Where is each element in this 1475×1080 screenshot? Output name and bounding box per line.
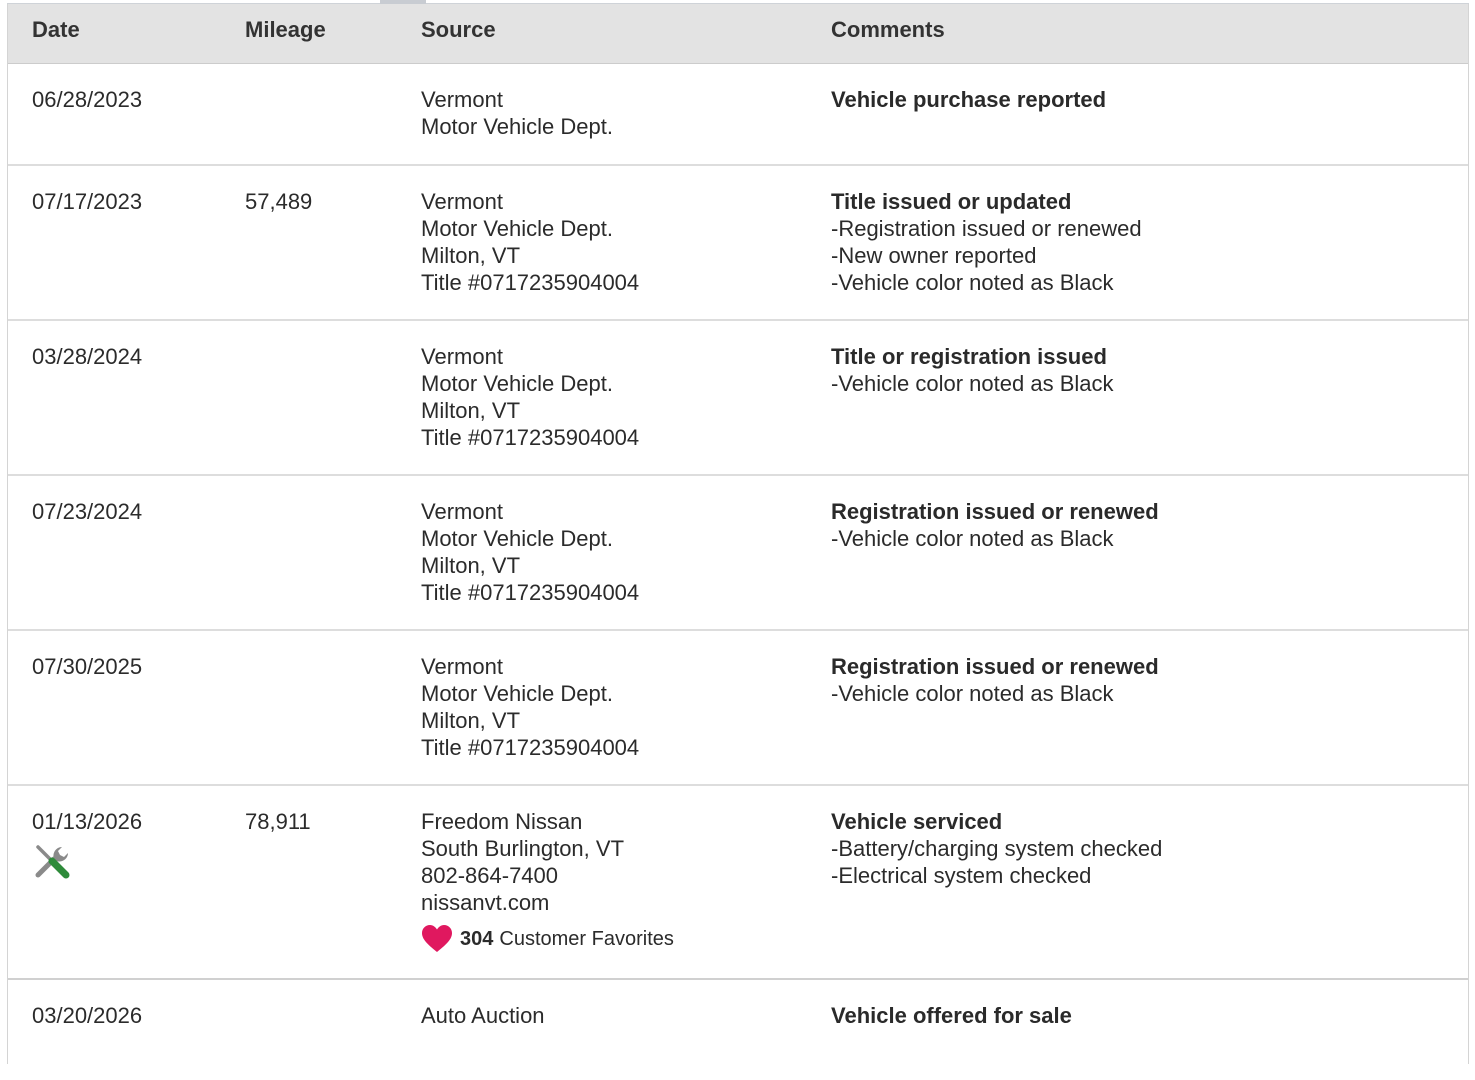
comment-title: Registration issued or renewed	[831, 654, 1159, 679]
source-line: Freedom Nissan	[421, 809, 583, 834]
row-comments: Registration issued or renewed Vehicle c…	[831, 653, 1159, 707]
source-line: Vermont	[421, 189, 503, 214]
row-date: 01/13/2026	[32, 808, 142, 883]
source-line: Milton, VT	[421, 553, 521, 578]
row-comments: Vehicle purchase reported	[831, 86, 1106, 113]
heart-icon	[422, 925, 452, 952]
row-mileage: 78,911	[245, 809, 311, 834]
table-row: 03/28/2024 Vermont Motor Vehicle Dept. M…	[8, 321, 1468, 476]
source-line: Auto Auction	[421, 1003, 545, 1028]
comment-detail: Vehicle color noted as Black	[831, 370, 1113, 397]
row-source: Vermont Motor Vehicle Dept. Milton, VT T…	[421, 188, 639, 296]
comment-title: Registration issued or renewed	[831, 499, 1159, 524]
row-date: 07/23/2024	[32, 499, 143, 524]
row-date: 07/17/2023	[32, 189, 143, 214]
source-line: Title #0717235904004	[421, 735, 640, 760]
comment-title: Vehicle serviced	[831, 809, 1003, 834]
row-comments: Title or registration issued Vehicle col…	[831, 343, 1114, 397]
row-source: Vermont Motor Vehicle Dept. Milton, VT T…	[421, 343, 639, 451]
comment-detail: Vehicle color noted as Black	[831, 680, 1159, 707]
row-source: Vermont Motor Vehicle Dept. Milton, VT T…	[421, 653, 639, 761]
source-line: Motor Vehicle Dept.	[421, 114, 613, 139]
row-date: 03/28/2024	[32, 344, 143, 369]
source-line: South Burlington, VT	[421, 836, 625, 861]
row-source: Vermont Motor Vehicle Dept. Milton, VT T…	[421, 498, 639, 606]
table-row: 07/23/2024 Vermont Motor Vehicle Dept. M…	[8, 476, 1468, 631]
row-mileage: 57,489	[245, 189, 313, 214]
table-row: 06/28/2023 Vermont Motor Vehicle Dept. V…	[8, 64, 1468, 166]
favorites-label: Customer Favorites	[499, 927, 674, 950]
source-line: Vermont	[421, 87, 503, 112]
source-line: Title #0717235904004	[421, 270, 640, 295]
customer-favorites-badge[interactable]: 304 Customer Favorites	[421, 924, 674, 954]
table-header: Date Mileage Source Comments	[8, 4, 1468, 64]
source-line: Motor Vehicle Dept.	[421, 371, 613, 396]
header-source: Source	[421, 17, 496, 42]
header-mileage: Mileage	[245, 17, 326, 42]
comment-title: Title or registration issued	[831, 344, 1107, 369]
source-line: Motor Vehicle Dept.	[421, 216, 613, 241]
row-date-text: 01/13/2026	[32, 809, 143, 834]
source-line: Title #0717235904004	[421, 580, 640, 605]
row-comments: Title issued or updated Registration iss…	[831, 188, 1142, 296]
source-line: Title #0717235904004	[421, 425, 640, 450]
source-line: Motor Vehicle Dept.	[421, 526, 613, 551]
comment-title: Vehicle purchase reported	[831, 87, 1107, 112]
service-wrench-screwdriver-icon	[35, 845, 70, 879]
table-row: 07/17/2023 57,489 Vermont Motor Vehicle …	[8, 166, 1468, 321]
comment-detail: Vehicle color noted as Black	[831, 269, 1142, 296]
favorites-count: 304	[460, 927, 494, 950]
source-line: Motor Vehicle Dept.	[421, 681, 613, 706]
table-row: 03/20/2026 Auto Auction Vehicle offered …	[8, 980, 1468, 1080]
source-line: Vermont	[421, 654, 503, 679]
comment-detail: Electrical system checked	[831, 862, 1162, 889]
row-source: Vermont Motor Vehicle Dept.	[421, 86, 613, 140]
row-date: 07/30/2025	[32, 654, 143, 679]
table-row: 01/13/2026 78,911 Freedom Nissan South B…	[8, 786, 1468, 980]
comment-title: Vehicle offered for sale	[831, 1003, 1072, 1028]
source-line: Milton, VT	[421, 243, 521, 268]
source-line: Milton, VT	[421, 708, 521, 733]
row-date: 06/28/2023	[32, 87, 143, 112]
comment-detail: New owner reported	[831, 242, 1142, 269]
row-source: Freedom Nissan South Burlington, VT 802-…	[421, 808, 674, 954]
row-comments: Registration issued or renewed Vehicle c…	[831, 498, 1159, 552]
source-website-link[interactable]: nissanvt.com	[421, 889, 674, 916]
source-line: Milton, VT	[421, 398, 521, 423]
comment-detail: Battery/charging system checked	[831, 835, 1162, 862]
comment-detail: Registration issued or renewed	[831, 215, 1141, 242]
row-comments: Vehicle serviced Battery/charging system…	[831, 808, 1162, 889]
source-line: 802-864-7400	[421, 863, 559, 888]
comment-detail: Vehicle color noted as Black	[831, 525, 1159, 552]
vehicle-history-table: Date Mileage Source Comments 06/28/2023 …	[7, 4, 1469, 1064]
header-comments: Comments	[831, 17, 945, 42]
row-source: Auto Auction	[421, 1002, 545, 1029]
source-line: Vermont	[421, 344, 503, 369]
row-date: 03/20/2026	[32, 1003, 143, 1028]
comment-title: Title issued or updated	[831, 189, 1072, 214]
row-comments: Vehicle offered for sale	[831, 1002, 1072, 1029]
source-line: Vermont	[421, 499, 503, 524]
header-date: Date	[32, 17, 80, 42]
table-row: 07/30/2025 Vermont Motor Vehicle Dept. M…	[8, 631, 1468, 786]
